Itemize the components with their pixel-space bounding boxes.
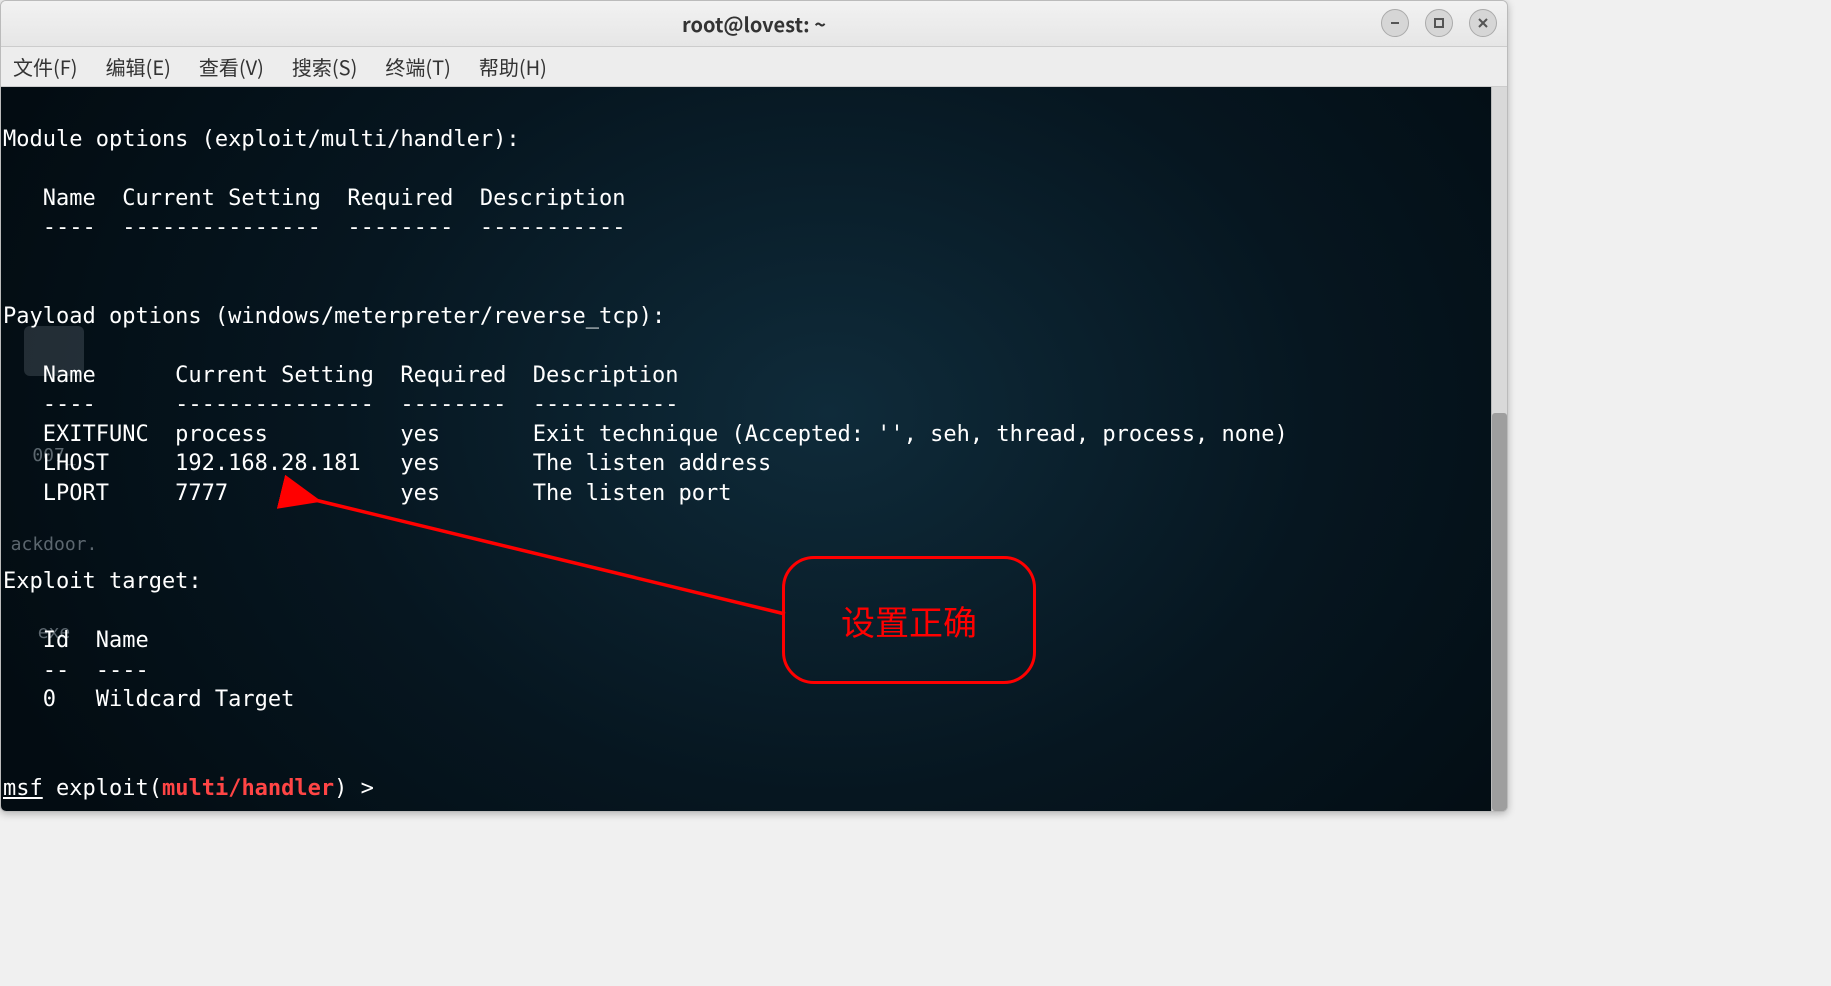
module-dashes: ---- --------------- -------- ----------… xyxy=(3,215,626,240)
annotation-box: 设置正确 xyxy=(782,556,1036,684)
payload-dashes: ---- --------------- -------- ----------… xyxy=(3,392,679,417)
terminal-viewport[interactable]: 007_ ackdoor. exe Module options (exploi… xyxy=(1,87,1507,811)
close-icon xyxy=(1476,16,1490,30)
payload-row-lport: LPORT 7777 yes The listen port xyxy=(3,481,731,506)
menu-terminal[interactable]: 终端(T) xyxy=(385,52,451,81)
window-controls xyxy=(1381,9,1497,37)
annotation-label: 设置正确 xyxy=(841,596,977,645)
payload-row-lhost: LHOST 192.168.28.181 yes The listen addr… xyxy=(3,451,771,476)
maximize-icon xyxy=(1432,16,1446,30)
payload-options-header: Payload options (windows/meterpreter/rev… xyxy=(3,304,665,329)
terminal-window: root@lovest: ~ 文件(F) 编辑(E) 查看(V) 搜索(S) 终… xyxy=(0,0,1508,812)
prompt-module: multi/handler xyxy=(162,776,334,801)
menu-view[interactable]: 查看(V) xyxy=(199,52,264,81)
menu-file[interactable]: 文件(F) xyxy=(13,52,78,81)
close-button[interactable] xyxy=(1469,9,1497,37)
terminal-scrollbar[interactable] xyxy=(1491,87,1507,811)
window-title: root@lovest: ~ xyxy=(682,9,826,38)
menu-edit[interactable]: 编辑(E) xyxy=(106,52,171,81)
prompt-exploit-open: exploit( xyxy=(43,776,162,801)
exploit-target-header: Exploit target: xyxy=(3,569,202,594)
menubar: 文件(F) 编辑(E) 查看(V) 搜索(S) 终端(T) 帮助(H) xyxy=(1,47,1507,87)
minimize-button[interactable] xyxy=(1381,9,1409,37)
prompt-close: ) > xyxy=(334,776,387,801)
scrollbar-thumb[interactable] xyxy=(1492,413,1507,811)
target-dashes: -- ---- xyxy=(3,658,149,683)
titlebar: root@lovest: ~ xyxy=(1,1,1507,47)
target-columns: Id Name xyxy=(3,628,149,653)
terminal-content: Module options (exploit/multi/handler): … xyxy=(1,87,1288,803)
target-row: 0 Wildcard Target xyxy=(3,687,294,712)
prompt-msf: msf xyxy=(3,776,43,801)
menu-help[interactable]: 帮助(H) xyxy=(479,52,547,81)
module-options-header: Module options (exploit/multi/handler): xyxy=(3,127,520,152)
maximize-button[interactable] xyxy=(1425,9,1453,37)
menu-search[interactable]: 搜索(S) xyxy=(292,52,357,81)
payload-columns: Name Current Setting Required Descriptio… xyxy=(3,363,679,388)
minimize-icon xyxy=(1388,16,1402,30)
payload-row-exitfunc: EXITFUNC process yes Exit technique (Acc… xyxy=(3,422,1288,447)
module-columns: Name Current Setting Required Descriptio… xyxy=(3,186,626,211)
